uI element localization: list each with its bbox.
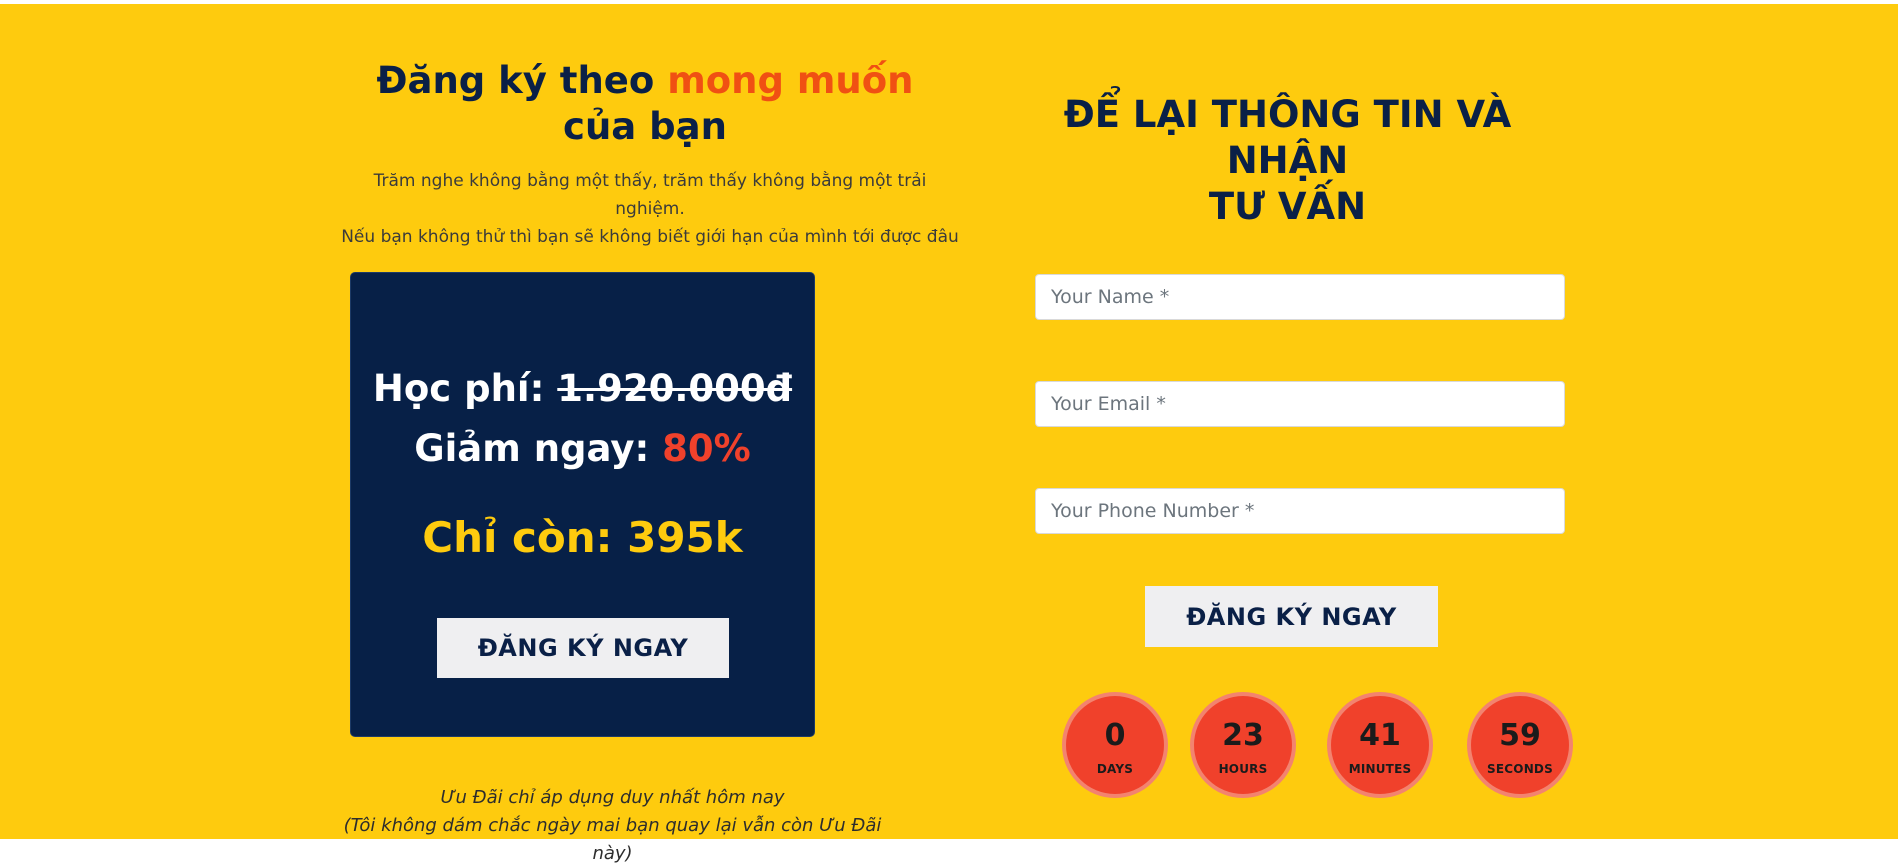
heading-accent-text: mong muốn (667, 59, 914, 102)
registration-section: Đăng ký theo mong muốn của bạn Trăm nghe … (0, 4, 1898, 864)
countdown-seconds: 59 SECONDS (1471, 696, 1569, 794)
form-submit-button[interactable]: ĐĂNG KÝ NGAY (1145, 586, 1438, 647)
countdown-minutes: 41 MINUTES (1331, 696, 1429, 794)
countdown-seconds-label: SECONDS (1487, 762, 1553, 776)
countdown-hours: 23 HOURS (1194, 696, 1292, 794)
fee-line: Học phí: 1.920.000đ (351, 365, 814, 413)
discount-value: 80% (662, 427, 751, 470)
name-field[interactable] (1035, 274, 1565, 320)
countdown-days: 0 DAYS (1066, 696, 1164, 794)
countdown-days-label: DAYS (1096, 762, 1134, 776)
register-now-button[interactable]: ĐĂNG KÝ NGAY (437, 618, 729, 678)
countdown-minutes-value: 41 (1359, 718, 1401, 753)
countdown-hours-value: 23 (1222, 718, 1264, 753)
form-title: ĐỂ LẠI THÔNG TIN VÀ NHẬN TƯ VẤN (1000, 92, 1575, 230)
phone-field[interactable] (1035, 488, 1565, 534)
heading-text-part2: của bạn (563, 105, 727, 148)
offer-note: Ưu Đãi chỉ áp dụng duy nhất hôm nay (Tôi… (340, 784, 885, 868)
section-subtext: Trăm nghe không bằng một thấy, trăm thấy… (340, 167, 960, 251)
discount-label: Giảm ngay: (414, 427, 663, 470)
countdown-minutes-label: MINUTES (1348, 762, 1412, 776)
subtext-line-2: Nếu bạn không thử thì bạn sẽ không biết … (341, 227, 959, 247)
subtext-line-1: Trăm nghe không bằng một thấy, trăm thấy… (373, 171, 927, 219)
countdown-seconds-value: 59 (1499, 718, 1541, 753)
final-price: Chỉ còn: 395k (422, 513, 743, 562)
original-price: 1.920.000đ (557, 367, 793, 410)
fee-label: Học phí: (372, 367, 558, 410)
heading-text-part1: Đăng ký theo (376, 59, 668, 102)
price-card: Học phí: 1.920.000đ Giảm ngay: 80% Chỉ c… (350, 272, 815, 737)
countdown-hours-label: HOURS (1218, 762, 1268, 776)
form-title-line-2: TƯ VẤN (1208, 185, 1367, 228)
countdown-days-value: 0 (1104, 718, 1126, 753)
offer-note-line-1: Ưu Đãi chỉ áp dụng duy nhất hôm nay (440, 787, 785, 808)
offer-note-line-2: (Tôi không dám chắc ngày mai bạn quay lạ… (343, 815, 882, 864)
discount-line: Giảm ngay: 80% (351, 425, 814, 473)
section-heading: Đăng ký theo mong muốn của bạn (350, 58, 940, 150)
email-field[interactable] (1035, 381, 1565, 427)
form-title-line-1: ĐỂ LẠI THÔNG TIN VÀ NHẬN (1063, 93, 1512, 182)
